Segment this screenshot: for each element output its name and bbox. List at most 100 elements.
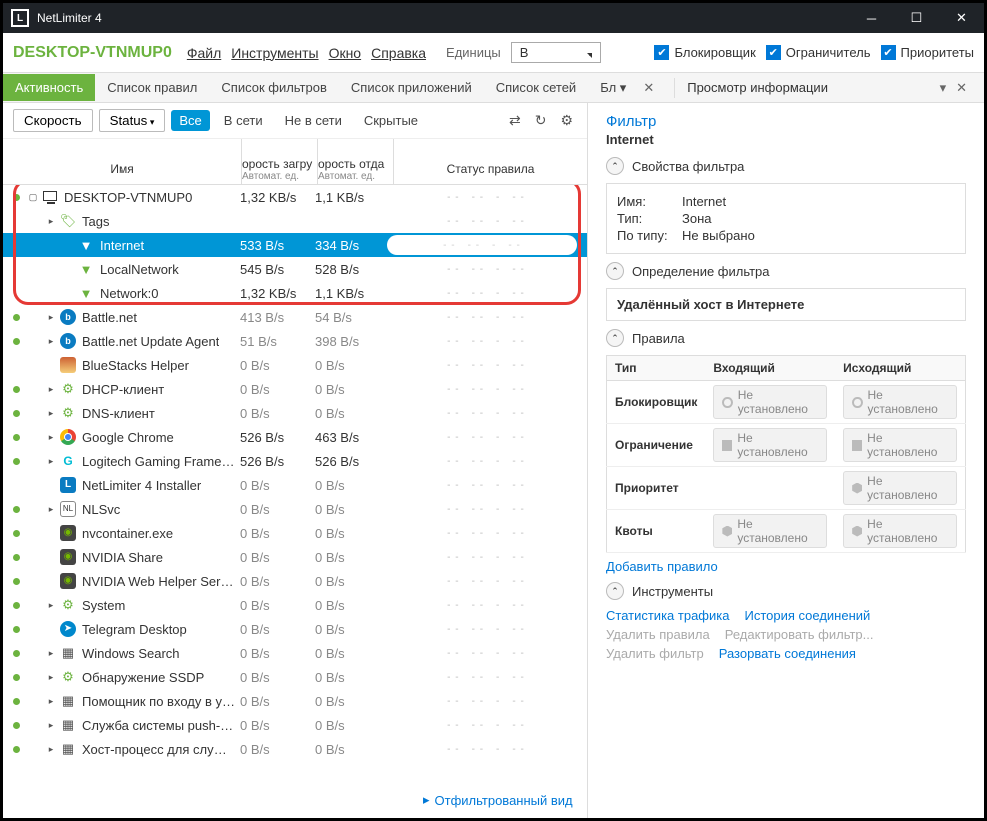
filter-hidden[interactable]: Скрытые (356, 110, 426, 131)
tree-row[interactable]: ▸bBattle.net413 B/s54 B/s- -- --- - (3, 305, 587, 329)
tree-row[interactable]: ▼Internet533 B/s334 B/s- -- --- - (3, 233, 587, 257)
status-dot-icon (13, 674, 20, 681)
tree-row[interactable]: ▸▦Windows Search0 B/s0 B/s- -- --- - (3, 641, 587, 665)
rule-prio-out[interactable]: Не установлено (843, 471, 957, 505)
filter-online[interactable]: В сети (216, 110, 271, 131)
rule-limit-out[interactable]: Не установлено (843, 428, 957, 462)
expand-icon[interactable]: ▸ (46, 432, 56, 443)
tree-row[interactable]: LNetLimiter 4 Installer0 B/s0 B/s- -- --… (3, 473, 587, 497)
row-name: Windows Search (82, 646, 180, 661)
close-tab-icon[interactable]: ✕ (638, 80, 659, 96)
info-collapse-icon[interactable]: ▾ (935, 80, 952, 96)
tool-disconnect[interactable]: Разорвать соединения (719, 646, 856, 661)
tree-row[interactable]: ◉NVIDIA Share0 B/s0 B/s- -- --- - (3, 545, 587, 569)
expand-icon[interactable]: ▢ (28, 192, 38, 203)
rule-quota-out[interactable]: Не установлено (843, 514, 957, 548)
expand-icon[interactable]: ▸ (46, 312, 56, 323)
maximize-button[interactable]: ☐ (894, 3, 939, 33)
tab-filters[interactable]: Список фильтров (209, 74, 339, 101)
filter-def-box: Удалённый хост в Интернете (606, 288, 966, 321)
tree-row[interactable]: ▸GLogitech Gaming Framewor526 B/s526 B/s… (3, 449, 587, 473)
expand-icon[interactable]: ▸ (46, 744, 56, 755)
tree-row[interactable]: ◉nvcontainer.exe0 B/s0 B/s- -- --- - (3, 521, 587, 545)
filter-offline[interactable]: Не в сети (277, 110, 350, 131)
rule-quota-in[interactable]: Не установлено (713, 514, 827, 548)
tree-row[interactable]: ▸⚙DHCP-клиент0 B/s0 B/s- -- --- - (3, 377, 587, 401)
tree-row[interactable]: ▸⚙DNS-клиент0 B/s0 B/s- -- --- - (3, 401, 587, 425)
filtered-view-link[interactable]: ▸ Отфильтрованный вид (423, 792, 573, 808)
row-upload: 528 B/s (310, 262, 385, 277)
section-rules[interactable]: ⌃Правила (606, 329, 966, 347)
menu-file[interactable]: Файл (187, 45, 221, 61)
tree-row[interactable]: ▢DESKTOP-VTNMUP01,32 KB/s1,1 KB/s- -- --… (3, 185, 587, 209)
tree-row[interactable]: BlueStacks Helper0 B/s0 B/s- -- --- - (3, 353, 587, 377)
section-tools[interactable]: ⌃Инструменты (606, 582, 966, 600)
tree-row[interactable]: ◉NVIDIA Web Helper Service0 B/s0 B/s- --… (3, 569, 587, 593)
app-logo-icon: L (11, 9, 29, 27)
tree-row[interactable]: ▸▦Хост-процесс для служб W0 B/s0 B/s- --… (3, 737, 587, 761)
process-tree[interactable]: ▢DESKTOP-VTNMUP01,32 KB/s1,1 KB/s- -- --… (3, 185, 587, 818)
section-filter-props[interactable]: ⌃Свойства фильтра (606, 157, 966, 175)
tab-activity[interactable]: Активность (3, 74, 95, 101)
expand-icon[interactable]: ▸ (46, 600, 56, 611)
status-dropdown[interactable]: Status (99, 109, 166, 132)
expand-icon[interactable]: ▸ (46, 696, 56, 707)
expand-icon[interactable]: ▸ (46, 216, 56, 227)
expand-icon[interactable]: ▸ (46, 384, 56, 395)
col-status[interactable]: Статус правила (394, 162, 587, 184)
tab-nets[interactable]: Список сетей (484, 74, 588, 101)
tab-more[interactable]: Бл ▾ (588, 74, 638, 102)
settings-icon[interactable]: ⚙ (556, 112, 577, 129)
rule-blocker-out[interactable]: Не установлено (843, 385, 957, 419)
expand-icon[interactable]: ▸ (46, 336, 56, 347)
tool-stats[interactable]: Статистика трафика (606, 608, 729, 623)
status-dot-icon (13, 602, 20, 609)
speed-button[interactable]: Скорость (13, 109, 93, 132)
tree-row[interactable]: ▼LocalNetwork545 B/s528 B/s- -- --- - (3, 257, 587, 281)
tree-row[interactable]: ▸⚙System0 B/s0 B/s- -- --- - (3, 593, 587, 617)
tree-row[interactable]: ▼Network:01,32 KB/s1,1 KB/s- -- --- - (3, 281, 587, 305)
col-download[interactable]: орость загруАвтомат. ед. (242, 157, 317, 184)
expand-icon[interactable]: ▸ (46, 408, 56, 419)
rule-limit-in[interactable]: Не установлено (713, 428, 827, 462)
tree-row[interactable]: ▸🏷Tags- -- --- - (3, 209, 587, 233)
app-icon: G (60, 453, 76, 469)
swap-icon[interactable]: ⇄ (505, 112, 525, 129)
close-button[interactable]: ✕ (939, 3, 984, 33)
rule-blocker-in[interactable]: Не установлено (713, 385, 827, 419)
row-upload: 0 B/s (310, 646, 385, 661)
tree-row[interactable]: ▸▦Служба системы push-увед0 B/s0 B/s- --… (3, 713, 587, 737)
section-filter-def[interactable]: ⌃Определение фильтра (606, 262, 966, 280)
tree-row[interactable]: ▸Google Chrome526 B/s463 B/s- -- --- - (3, 425, 587, 449)
menu-window[interactable]: Окно (329, 45, 362, 61)
tree-row[interactable]: ➤Telegram Desktop0 B/s0 B/s- -- --- - (3, 617, 587, 641)
app-icon: ▦ (60, 645, 76, 661)
tab-rules[interactable]: Список правил (95, 74, 209, 101)
info-close-icon[interactable]: ✕ (951, 80, 972, 96)
expand-icon[interactable]: ▸ (46, 648, 56, 659)
expand-icon[interactable]: ▸ (46, 720, 56, 731)
units-select[interactable]: B (511, 42, 601, 63)
tree-row[interactable]: ▸NLNLSvc0 B/s0 B/s- -- --- - (3, 497, 587, 521)
row-upload: 0 B/s (310, 526, 385, 541)
expand-icon[interactable]: ▸ (46, 672, 56, 683)
toggle-limiter[interactable]: ✔Ограничитель (766, 45, 871, 60)
expand-icon[interactable]: ▸ (46, 504, 56, 515)
filter-all[interactable]: Все (171, 110, 209, 131)
expand-icon[interactable]: ▸ (46, 456, 56, 467)
toggle-blocker[interactable]: ✔Блокировщик (654, 45, 755, 60)
tree-row[interactable]: ▸⚙Обнаружение SSDP0 B/s0 B/s- -- --- - (3, 665, 587, 689)
app-icon: ◉ (60, 549, 76, 565)
col-name[interactable]: Имя (3, 162, 241, 184)
menu-help[interactable]: Справка (371, 45, 426, 61)
col-upload[interactable]: орость отдаАвтомат. ед. (318, 157, 393, 184)
tab-apps[interactable]: Список приложений (339, 74, 484, 101)
tool-history[interactable]: История соединений (744, 608, 870, 623)
minimize-button[interactable]: ─ (849, 3, 894, 33)
tree-row[interactable]: ▸bBattle.net Update Agent51 B/s398 B/s- … (3, 329, 587, 353)
add-rule-link[interactable]: Добавить правило (606, 559, 966, 574)
menu-tools[interactable]: Инструменты (231, 45, 318, 61)
refresh-icon[interactable]: ↻ (531, 112, 551, 129)
toggle-priority[interactable]: ✔Приоритеты (881, 45, 974, 60)
tree-row[interactable]: ▸▦Помощник по входу в уче0 B/s0 B/s- -- … (3, 689, 587, 713)
